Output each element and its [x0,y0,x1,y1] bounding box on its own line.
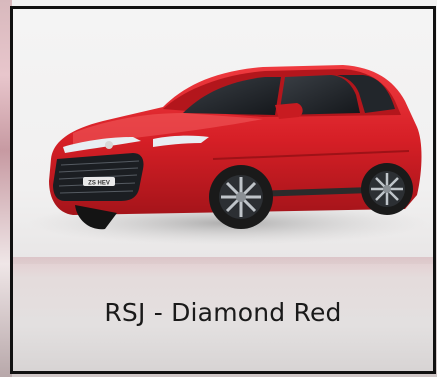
car-image: ZS HEV [28,65,428,245]
plate-badge-text: ZS HEV [88,181,110,187]
car-photo: ZS HEV [13,9,433,264]
color-option-label: RSJ - Diamond Red [104,298,342,327]
color-option-card[interactable]: ZS HEV RSJ - Diamond Red [10,6,436,374]
